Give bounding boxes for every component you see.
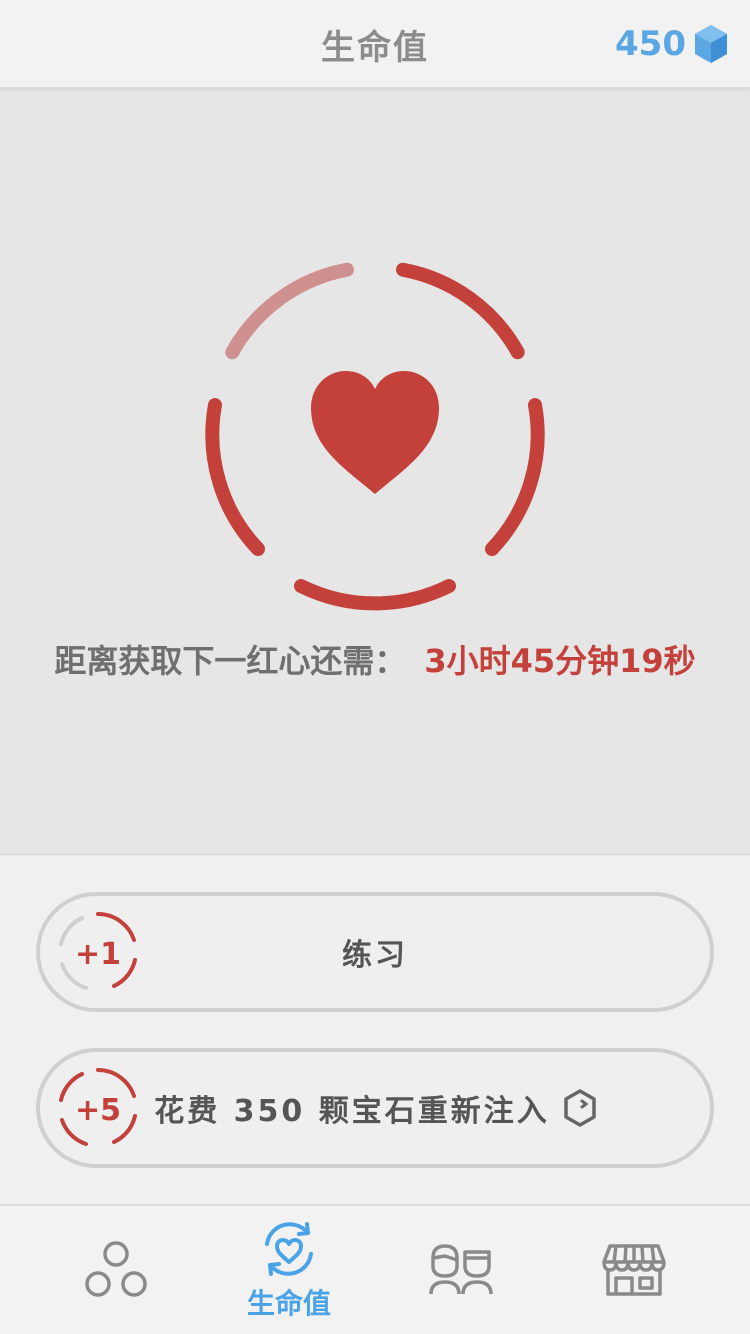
gem-outline-icon [564, 1089, 596, 1127]
tab-learn[interactable] [30, 1206, 202, 1334]
tab-shop[interactable] [548, 1206, 720, 1334]
heart-progress-ring [205, 262, 545, 611]
heart-icon [311, 371, 439, 494]
ring-segment-filled [485, 398, 545, 556]
countdown-value: 3小时45分钟19秒 [424, 642, 696, 680]
ring-segment-filled [396, 262, 525, 360]
refill-label: 花费 350 颗宝石重新注入 [154, 1094, 550, 1129]
people-icon [429, 1244, 493, 1295]
ring-segment-filled [294, 579, 456, 611]
actions-panel: +1 练习 +5 花费 350 颗宝石重新注入 [0, 856, 750, 1204]
tab-hearts-label: 生命值 [246, 1287, 331, 1320]
circles-icon [85, 1241, 147, 1297]
gem-icon [695, 25, 727, 63]
gem-count: 450 [615, 24, 686, 64]
heart-refresh-icon [265, 1222, 313, 1276]
ring-segment-empty [225, 262, 354, 360]
refill-button[interactable]: +5 花费 350 颗宝石重新注入 [36, 1048, 714, 1168]
ring-segment-filled [205, 398, 265, 556]
countdown-label: 距离获取下一红心还需： [54, 642, 407, 680]
tab-hearts[interactable]: 生命值 [203, 1206, 375, 1334]
practice-label: 练习 [342, 938, 408, 973]
bottom-tab-bar: 生命值 [0, 1204, 750, 1334]
hearts-panel: 距离获取下一红心还需： 3小时45分钟19秒 [0, 88, 750, 855]
top-bar: 生命值 450 [0, 0, 750, 88]
shop-icon [602, 1244, 666, 1296]
countdown: 距离获取下一红心还需： 3小时45分钟19秒 [0, 636, 750, 682]
tab-profile[interactable] [375, 1206, 547, 1334]
heart-ring [195, 258, 555, 618]
gem-counter[interactable]: 450 [615, 18, 728, 70]
practice-button[interactable]: +1 练习 [36, 892, 714, 1012]
